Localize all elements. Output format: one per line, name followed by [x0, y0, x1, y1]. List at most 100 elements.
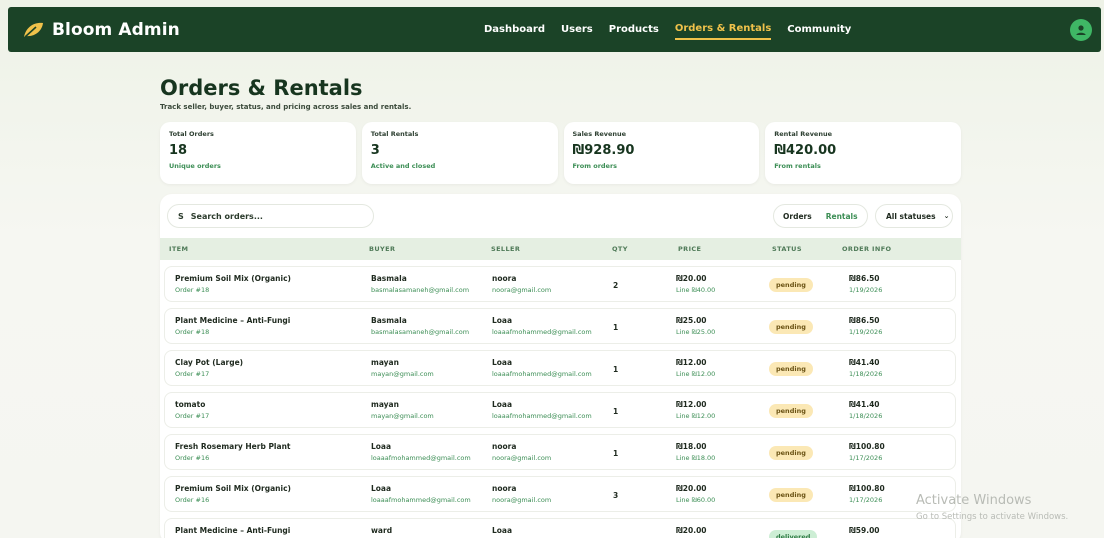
- toggle-orders[interactable]: Orders: [776, 207, 819, 226]
- line-total: Line ₪12.00: [676, 370, 716, 378]
- column-header-status[interactable]: STATUS: [772, 245, 802, 253]
- stat-card-rental-revenue: Rental Revenue ₪420.00 From rentals: [765, 122, 961, 184]
- order-info-cell: ₪100.80 1/17/2026: [849, 442, 885, 462]
- unit-price: ₪12.00: [676, 400, 707, 409]
- unit-price: ₪20.00: [676, 274, 707, 283]
- price-cell: ₪20.00 Line ₪60.00: [676, 484, 715, 504]
- seller-email: loaaafmohammed@gmail.com: [492, 412, 592, 420]
- column-header-price[interactable]: PRICE: [678, 245, 701, 253]
- seller-email: noora@gmail.com: [492, 286, 552, 294]
- buyer-cell: mayan mayan@gmail.com: [371, 400, 434, 420]
- nav-community[interactable]: Community: [787, 20, 851, 39]
- item-cell: Plant Medicine – Anti-Fungi: [175, 526, 290, 538]
- item-name: Plant Medicine – Anti-Fungi: [175, 526, 291, 535]
- stat-card-sales-revenue: Sales Revenue ₪928.90 From orders: [563, 122, 760, 184]
- stat-card-total-rentals: Total Rentals 3 Active and closed: [361, 122, 558, 184]
- stat-label: Total Rentals: [370, 130, 419, 138]
- nav-orders-rentals[interactable]: Orders & Rentals: [674, 19, 772, 40]
- order-total: ₪86.50: [849, 274, 880, 283]
- leaf-icon: [24, 22, 43, 38]
- seller-name: noora: [492, 484, 517, 493]
- status-badge: pending: [769, 278, 813, 292]
- seller-email: noora@gmail.com: [492, 496, 552, 504]
- order-info-cell: ₪86.50 1/19/2026: [849, 274, 882, 294]
- order-number: Order #17: [175, 412, 210, 420]
- item-cell: Premium Soil Mix (Organic) Order #16: [175, 484, 291, 504]
- brand[interactable]: Bloom Admin: [22, 20, 442, 40]
- buyer-email: loaaafmohammed@gmail.com: [371, 496, 471, 504]
- user-avatar[interactable]: [1070, 19, 1092, 41]
- table-row[interactable]: Clay Pot (Large) Order #17 mayan mayan@g…: [164, 350, 956, 386]
- unit-price: ₪20.00: [676, 484, 707, 493]
- column-header-order-info[interactable]: ORDER INFO: [842, 245, 891, 253]
- stat-value: ₪928.90: [572, 143, 635, 158]
- buyer-name: mayan: [371, 400, 399, 409]
- item-name: Clay Pot (Large): [175, 358, 244, 367]
- quantity: 1: [613, 365, 619, 374]
- table-row[interactable]: Fresh Rosemary Herb Plant Order #16 Loaa…: [164, 434, 956, 470]
- column-header-buyer[interactable]: BUYER: [369, 245, 395, 253]
- search-input[interactable]: S Search orders...: [167, 204, 374, 228]
- watermark-title: Activate Windows: [916, 493, 1032, 508]
- order-info-cell: ₪59.00: [849, 526, 880, 538]
- status-filter-select[interactable]: All statuses ⌄: [875, 204, 953, 228]
- search-icon: S: [178, 211, 184, 221]
- toggle-rentals[interactable]: Rentals: [819, 207, 865, 226]
- table-header: ITEM BUYER SELLER QTY PRICE STATUS ORDER…: [160, 238, 961, 260]
- table-row[interactable]: Premium Soil Mix (Organic) Order #16 Loa…: [164, 476, 956, 512]
- brand-name: Bloom Admin: [52, 19, 180, 40]
- stat-note: From orders: [572, 162, 618, 170]
- nav-dashboard[interactable]: Dashboard: [484, 20, 545, 39]
- order-total: ₪41.40: [849, 400, 880, 409]
- column-header-item[interactable]: ITEM: [169, 245, 188, 253]
- price-cell: ₪20.00 Line ₪40.00: [676, 274, 715, 294]
- price-cell: ₪25.00 Line ₪25.00: [676, 316, 715, 336]
- unit-price: ₪18.00: [676, 442, 707, 451]
- nav-products[interactable]: Products: [609, 20, 659, 39]
- seller-cell: Loaa loaaafmohammed@gmail.com: [492, 316, 592, 336]
- seller-name: noora: [492, 442, 517, 451]
- seller-email: noora@gmail.com: [492, 454, 552, 462]
- order-total: ₪100.80: [849, 484, 885, 493]
- table-row[interactable]: Plant Medicine – Anti-Fungi ward Loaa ₪2…: [164, 518, 956, 538]
- table-row[interactable]: tomato Order #17 mayan mayan@gmail.com L…: [164, 392, 956, 428]
- search-placeholder: Search orders...: [190, 211, 263, 221]
- seller-cell: Loaa: [492, 526, 512, 538]
- seller-name: Loaa: [492, 526, 513, 535]
- buyer-cell: mayan mayan@gmail.com: [371, 358, 434, 378]
- stat-note: From rentals: [774, 162, 821, 170]
- stat-value: 3: [370, 143, 380, 158]
- watermark-subtitle: Go to Settings to activate Windows.: [916, 512, 1069, 522]
- orders-panel: S Search orders... Orders Rentals All st…: [160, 194, 961, 538]
- seller-cell: noora noora@gmail.com: [492, 274, 551, 294]
- buyer-cell: Loaa loaaafmohammed@gmail.com: [371, 484, 471, 504]
- order-number: Order #16: [175, 496, 210, 504]
- order-date: 1/17/2026: [849, 454, 883, 462]
- quantity: 1: [613, 323, 619, 332]
- top-navigation-bar: Bloom Admin Dashboard Users Products Ord…: [8, 7, 1101, 52]
- item-name: tomato: [175, 400, 206, 409]
- line-total: Line ₪40.00: [676, 286, 716, 294]
- seller-email: loaaafmohammed@gmail.com: [492, 370, 592, 378]
- stat-label: Sales Revenue: [572, 130, 627, 138]
- stat-value: ₪420.00: [774, 143, 837, 158]
- status-badge: pending: [769, 320, 813, 334]
- unit-price: ₪20.00: [676, 526, 707, 535]
- column-header-seller[interactable]: SELLER: [491, 245, 520, 253]
- order-total: ₪86.50: [849, 316, 880, 325]
- table-row[interactable]: Plant Medicine – Anti-Fungi Order #18 Ba…: [164, 308, 956, 344]
- order-date: 1/19/2026: [849, 286, 883, 294]
- seller-cell: noora noora@gmail.com: [492, 442, 551, 462]
- order-info-cell: ₪100.80 1/17/2026: [849, 484, 885, 504]
- orders-table-body: Premium Soil Mix (Organic) Order #18 Bas…: [164, 266, 956, 538]
- item-cell: Premium Soil Mix (Organic) Order #18: [175, 274, 291, 294]
- table-row[interactable]: Premium Soil Mix (Organic) Order #18 Bas…: [164, 266, 956, 302]
- buyer-email: mayan@gmail.com: [371, 412, 434, 420]
- item-name: Plant Medicine – Anti-Fungi: [175, 316, 291, 325]
- item-cell: tomato Order #17: [175, 400, 209, 420]
- nav-users[interactable]: Users: [561, 20, 593, 39]
- quantity: 2: [613, 281, 619, 290]
- column-header-qty[interactable]: QTY: [612, 245, 628, 253]
- quantity: 3: [613, 491, 619, 500]
- order-number: Order #18: [175, 328, 210, 336]
